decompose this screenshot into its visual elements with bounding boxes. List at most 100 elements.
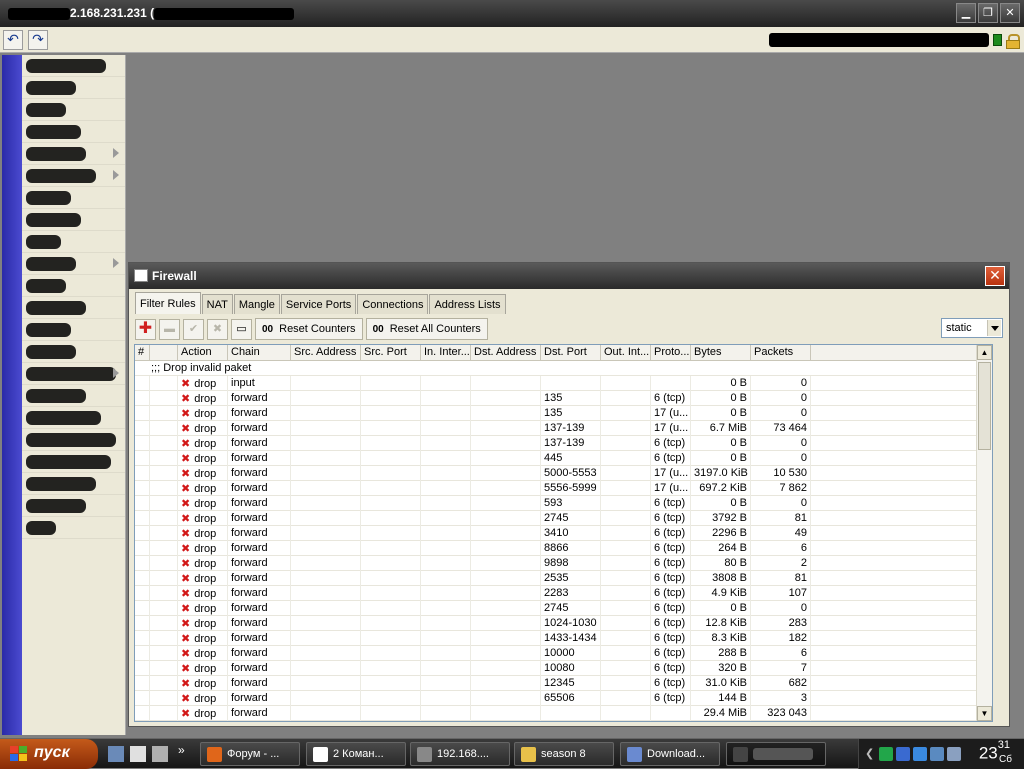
task-button[interactable]: Download... bbox=[620, 742, 720, 766]
table-row[interactable]: ✖ drop forward 12345 6 (tcp) 31.0 KiB 682 bbox=[135, 676, 992, 691]
column-header[interactable]: In. Inter... bbox=[421, 345, 471, 361]
chevron-left-icon[interactable]: ❮ bbox=[865, 747, 874, 760]
menu-item[interactable] bbox=[22, 275, 125, 297]
menu-item[interactable] bbox=[22, 385, 125, 407]
column-header[interactable] bbox=[150, 345, 178, 361]
table-row[interactable]: ✖ drop forward 9898 6 (tcp) 80 B2 bbox=[135, 556, 992, 571]
menu-item[interactable] bbox=[22, 319, 125, 341]
quicklaunch-icon[interactable] bbox=[130, 746, 146, 762]
table-row[interactable]: ✖ drop forward 2745 6 (tcp) 0 B0 bbox=[135, 601, 992, 616]
filter-select[interactable]: static bbox=[941, 318, 1003, 338]
menu-item[interactable] bbox=[22, 209, 125, 231]
minimize-button[interactable]: ▁ bbox=[956, 3, 976, 23]
table-row[interactable]: ✖ drop input 0 B0 bbox=[135, 376, 992, 391]
table-row[interactable]: ✖ drop forward 5000-5553 17 (u... 3197.0 KiB 1… bbox=[135, 466, 992, 481]
tab-service-ports[interactable]: Service Ports bbox=[280, 294, 357, 314]
menu-item[interactable] bbox=[22, 253, 125, 275]
tab-connections[interactable]: Connections bbox=[357, 294, 429, 314]
table-row[interactable]: ✖ drop forward 137-139 6 (tcp) 0 B0 bbox=[135, 436, 992, 451]
menu-item[interactable] bbox=[22, 99, 125, 121]
menu-item[interactable] bbox=[22, 143, 125, 165]
column-header[interactable]: Packets bbox=[751, 345, 811, 361]
undo-button[interactable]: ↶ bbox=[3, 30, 23, 50]
menu-item[interactable] bbox=[22, 473, 125, 495]
column-header[interactable]: Proto... bbox=[651, 345, 691, 361]
menu-item[interactable] bbox=[22, 517, 125, 539]
column-header[interactable]: Dst. Address bbox=[471, 345, 541, 361]
remove-rule-button[interactable]: ▬ bbox=[159, 318, 180, 340]
table-row[interactable]: ✖ drop forward 137-139 17 (u... 6.7 MiB 73 464 bbox=[135, 421, 992, 436]
column-header[interactable]: Src. Port bbox=[361, 345, 421, 361]
tray-icon[interactable] bbox=[896, 747, 910, 761]
tab-address-lists[interactable]: Address Lists bbox=[429, 294, 506, 314]
firewall-close-button[interactable]: ✕ bbox=[985, 266, 1005, 286]
table-row[interactable]: ✖ drop forward 1024-1030 6 (tcp) 12.8 KiB 283 bbox=[135, 616, 992, 631]
column-header[interactable]: Bytes bbox=[691, 345, 751, 361]
enable-rule-button[interactable]: ✔ bbox=[183, 318, 204, 340]
table-row[interactable]: ✖ drop forward 593 6 (tcp) 0 B0 bbox=[135, 496, 992, 511]
menu-item[interactable] bbox=[22, 495, 125, 517]
table-row[interactable]: ✖ drop forward 2283 6 (tcp) 4.9 KiB 107 bbox=[135, 586, 992, 601]
quicklaunch-icon[interactable] bbox=[152, 746, 168, 762]
task-button[interactable]: 2 Коман... bbox=[306, 742, 406, 766]
tray-icon[interactable] bbox=[879, 747, 893, 761]
table-row[interactable]: ✖ drop forward 445 6 (tcp) 0 B0 bbox=[135, 451, 992, 466]
vertical-scrollbar[interactable]: ▲ ▼ bbox=[976, 345, 992, 721]
column-header[interactable]: # bbox=[135, 345, 150, 361]
add-rule-button[interactable]: ✚ bbox=[135, 318, 156, 340]
table-row[interactable]: ✖ drop forward 2535 6 (tcp) 3808 B 81 bbox=[135, 571, 992, 586]
menu-item[interactable] bbox=[22, 165, 125, 187]
menu-item[interactable] bbox=[22, 429, 125, 451]
disable-rule-button[interactable]: ✖ bbox=[207, 318, 228, 340]
close-button[interactable]: ✕ bbox=[1000, 3, 1020, 23]
column-header[interactable]: Action bbox=[178, 345, 228, 361]
table-row[interactable]: ✖ drop forward 10000 6 (tcp) 288 B6 bbox=[135, 646, 992, 661]
task-button[interactable]: Форум - ... bbox=[200, 742, 300, 766]
menu-item[interactable] bbox=[22, 451, 125, 473]
redo-button[interactable]: ↷ bbox=[28, 30, 48, 50]
reset-counters-button[interactable]: 00 Reset Counters bbox=[255, 318, 363, 340]
tab-nat[interactable]: NAT bbox=[201, 294, 233, 314]
table-row[interactable]: ✖ drop forward 2745 6 (tcp) 3792 B 81 bbox=[135, 511, 992, 526]
column-header[interactable]: Chain bbox=[228, 345, 291, 361]
menu-item[interactable] bbox=[22, 363, 125, 385]
table-row[interactable]: ✖ drop forward 10080 6 (tcp) 320 B7 bbox=[135, 661, 992, 676]
table-row[interactable]: ✖ drop forward 135 17 (u... 0 B0 bbox=[135, 406, 992, 421]
table-row[interactable]: ✖ drop forward 1433-1434 6 (tcp) 8.3 KiB 182 bbox=[135, 631, 992, 646]
table-row[interactable]: ✖ drop forward 135 6 (tcp) 0 B0 bbox=[135, 391, 992, 406]
tab-filter-rules[interactable]: Filter Rules bbox=[135, 292, 201, 314]
table-row[interactable]: ✖ drop forward 5556-5999 17 (u... 697.2 KiB 7 … bbox=[135, 481, 992, 496]
column-header[interactable]: Src. Address bbox=[291, 345, 361, 361]
chevron-double-icon[interactable]: » bbox=[178, 743, 185, 757]
quicklaunch-icon[interactable] bbox=[108, 746, 124, 762]
menu-item[interactable] bbox=[22, 231, 125, 253]
menu-item[interactable] bbox=[22, 121, 125, 143]
table-row[interactable]: ✖ drop forward 29.4 MiB 323 043 bbox=[135, 706, 992, 721]
menu-item[interactable] bbox=[22, 187, 125, 209]
scroll-down-icon[interactable]: ▼ bbox=[977, 706, 992, 721]
column-header[interactable]: Out. Int... bbox=[601, 345, 651, 361]
tab-mangle[interactable]: Mangle bbox=[233, 294, 280, 314]
restore-button[interactable]: ❐ bbox=[978, 3, 998, 23]
scroll-thumb[interactable] bbox=[978, 362, 991, 450]
firewall-titlebar[interactable]: Firewall ✕ bbox=[129, 263, 1009, 289]
menu-item[interactable] bbox=[22, 77, 125, 99]
menu-item[interactable] bbox=[22, 55, 125, 77]
menu-item[interactable] bbox=[22, 407, 125, 429]
task-button[interactable]: 192.168.... bbox=[410, 742, 510, 766]
comment-button[interactable]: ▭ bbox=[231, 318, 252, 340]
tray-icon[interactable] bbox=[913, 747, 927, 761]
scroll-up-icon[interactable]: ▲ bbox=[977, 345, 992, 360]
menu-item[interactable] bbox=[22, 297, 125, 319]
start-button[interactable]: пуск bbox=[0, 739, 98, 769]
task-button-active[interactable] bbox=[726, 742, 826, 766]
reset-all-counters-button[interactable]: 00 Reset All Counters bbox=[365, 318, 488, 340]
task-button[interactable]: season 8 bbox=[514, 742, 614, 766]
table-row[interactable]: ✖ drop forward 3410 6 (tcp) 2296 B 49 bbox=[135, 526, 992, 541]
table-row[interactable]: ✖ drop forward 65506 6 (tcp) 144 B3 bbox=[135, 691, 992, 706]
column-header[interactable]: Dst. Port bbox=[541, 345, 601, 361]
table-row[interactable]: ✖ drop forward 8866 6 (tcp) 264 B6 bbox=[135, 541, 992, 556]
tray-icon[interactable] bbox=[947, 747, 961, 761]
tray-icon[interactable] bbox=[930, 747, 944, 761]
menu-item[interactable] bbox=[22, 341, 125, 363]
